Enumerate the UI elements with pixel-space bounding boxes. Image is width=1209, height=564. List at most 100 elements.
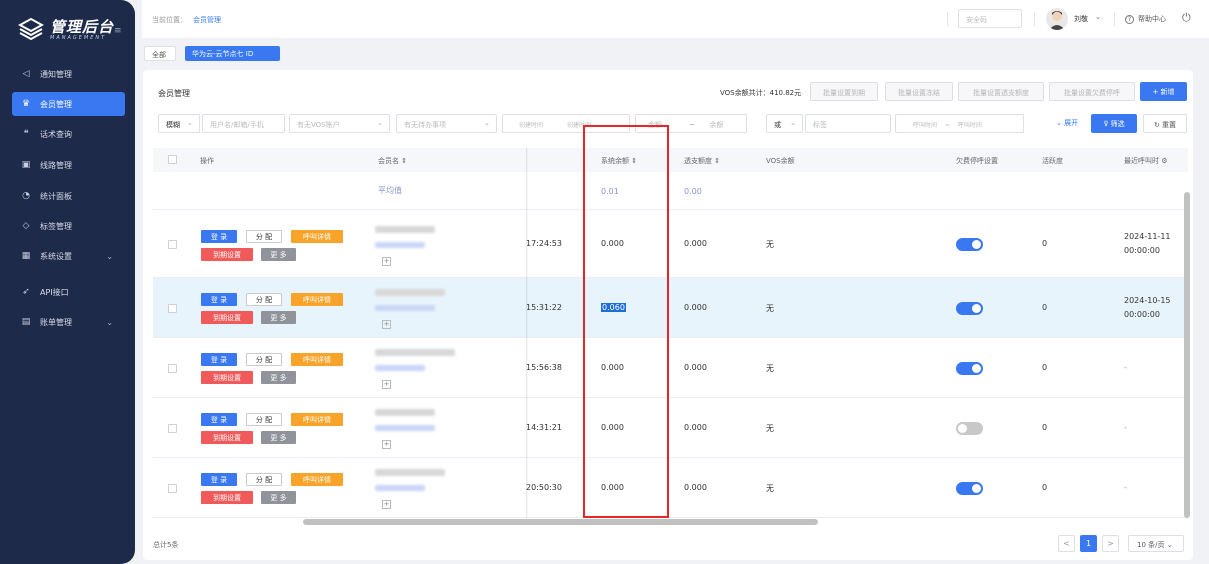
breadcrumb-current[interactable]: 会员管理 [193, 15, 221, 25]
next-page-button[interactable]: > [1102, 535, 1119, 552]
reset-button[interactable]: ↻ 重置 [1143, 114, 1187, 133]
sidebar-item-label: 会员管理 [40, 99, 72, 109]
expire-setting-button[interactable]: 到期设置 [201, 371, 253, 384]
tab-all[interactable]: 全部 [144, 46, 176, 61]
vertical-scrollbar[interactable] [1184, 192, 1190, 518]
row-checkbox[interactable] [168, 304, 177, 313]
expand-plus-icon[interactable]: + [382, 257, 391, 266]
assign-button[interactable]: 分 配 [246, 353, 282, 366]
more-button[interactable]: 更 多 [261, 248, 296, 261]
more-button[interactable]: 更 多 [261, 431, 296, 444]
vos-account-select[interactable]: 有无VOS账户 ⌄ [289, 114, 390, 133]
reset-label: 重置 [1162, 121, 1177, 129]
assign-button[interactable]: 分 配 [246, 293, 282, 306]
logic-value: 或 [774, 121, 781, 129]
login-button[interactable]: 登 录 [201, 353, 237, 366]
row-checkbox[interactable] [168, 364, 177, 373]
batch-set-freeze-button[interactable]: 批量设置冻结 [885, 82, 953, 101]
menu-collapse-icon[interactable]: ≡ [114, 27, 124, 36]
expire-setting-button[interactable]: 到期设置 [201, 248, 253, 261]
arrears-stop-toggle[interactable] [956, 362, 983, 375]
table-row[interactable]: 登 录分 配呼叫详情 到期设置更 多 +17:24:53 0.000 0.000 无 0 20… [153, 210, 1188, 278]
settings-icon[interactable]: ⚙ [1161, 157, 1167, 165]
arrears-stop-toggle[interactable] [956, 422, 983, 435]
expire-setting-button[interactable]: 到期设置 [201, 431, 253, 444]
help-center-link[interactable]: ? 帮助中心 [1125, 14, 1166, 24]
arrears-stop-toggle[interactable] [956, 482, 983, 495]
call-detail-button[interactable]: 呼叫详情 [291, 230, 343, 243]
call-detail-button[interactable]: 呼叫详情 [291, 473, 343, 486]
col-member[interactable]: 会员名 ⇕ [378, 156, 407, 166]
batch-set-expiry-button[interactable]: 批量设置到期 [810, 82, 878, 101]
average-row: 平均值 0.01 0.00 [153, 172, 1188, 210]
page-1-button[interactable]: 1 [1080, 535, 1097, 552]
expand-plus-icon[interactable]: + [382, 380, 391, 389]
sidebar-item-1[interactable]: ♛ 会员管理 [12, 92, 125, 116]
arrears-stop-toggle[interactable] [956, 302, 983, 315]
todo-select[interactable]: 有无待办事项 ⌄ [396, 114, 497, 133]
user-name[interactable]: 刘敬 [1074, 14, 1088, 24]
more-button[interactable]: 更 多 [261, 371, 296, 384]
logic-select[interactable]: 或 ⌄ [766, 114, 803, 133]
sidebar-item-8[interactable]: ▤ 账单管理 ⌄ [12, 310, 125, 334]
average-overdraft: 0.00 [684, 187, 702, 196]
table-row[interactable]: 登 录分 配呼叫详情 到期设置更 多 +15:56:38 0.000 0.000 无 0- [153, 338, 1188, 398]
expand-plus-icon[interactable]: + [382, 320, 391, 329]
page-size-select[interactable]: 10 条/页 ⌄ [1128, 535, 1184, 552]
call-detail-button[interactable]: 呼叫详情 [291, 413, 343, 426]
call-detail-button[interactable]: 呼叫详情 [291, 353, 343, 366]
row-checkbox[interactable] [168, 484, 177, 493]
col-overdraft[interactable]: 透支额度 ⇕ [684, 156, 720, 166]
chevron-down-icon: ⌄ [377, 119, 383, 127]
arrears-stop-toggle[interactable] [956, 238, 983, 251]
expand-plus-icon[interactable]: + [382, 440, 391, 449]
sidebar-item-0[interactable]: ◁ 通知管理 [12, 62, 125, 86]
row-checkbox[interactable] [168, 424, 177, 433]
chevron-down-icon: ⌄ [1166, 541, 1173, 549]
sidebar-item-5[interactable]: ◇ 标签管理 [12, 214, 125, 238]
table-row[interactable]: 登 录分 配呼叫详情 到期设置更 多 +15:31:22 0.060 0.000 无 0 20… [153, 278, 1188, 338]
sidebar-item-3[interactable]: ▣ 线路管理 [12, 153, 125, 177]
more-button[interactable]: 更 多 [261, 491, 296, 504]
sidebar-item-label: 标签管理 [40, 221, 72, 231]
assign-button[interactable]: 分 配 [246, 230, 282, 243]
sidebar-item-6[interactable]: ▦ 系统设置 ⌄ [12, 244, 125, 268]
sidebar-item-4[interactable]: ◔ 统计面板 [12, 184, 125, 208]
more-button[interactable]: 更 多 [261, 311, 296, 324]
batch-set-overdraft-button[interactable]: 批量设置透支额度 [958, 82, 1044, 101]
username-input[interactable]: 用户名/邮箱/手机 [202, 114, 285, 133]
prev-page-button[interactable]: < [1058, 535, 1075, 552]
login-button[interactable]: 登 录 [201, 413, 237, 426]
expand-plus-icon[interactable]: + [382, 500, 391, 509]
expire-setting-button[interactable]: 到期设置 [201, 491, 253, 504]
expand-filters-link[interactable]: ⌄ 展开 [1056, 118, 1078, 128]
call-time-range[interactable]: 呼叫时间 ~ 呼叫时间 [895, 114, 1024, 133]
power-icon[interactable]: ⏻ [1182, 11, 1194, 24]
last-call-date: - [1124, 423, 1127, 432]
sidebar-item-2[interactable]: ❝ 话术查询 [12, 122, 125, 146]
row-checkbox[interactable] [168, 240, 177, 249]
login-button[interactable]: 登 录 [201, 293, 237, 306]
tag-input[interactable]: 标签 [805, 114, 891, 133]
chevron-down-icon[interactable]: ⌄ [1095, 13, 1101, 21]
assign-button[interactable]: 分 配 [246, 473, 282, 486]
batch-set-arrears-button[interactable]: 批量设置欠费停呼 [1049, 82, 1135, 101]
login-button[interactable]: 登 录 [201, 230, 237, 243]
sidebar-item-7[interactable]: ➶ API接口 [12, 280, 125, 304]
tab-huawei-node[interactable]: 华为云-云节点七 ID [185, 46, 280, 61]
login-button[interactable]: 登 录 [201, 473, 237, 486]
match-mode-select[interactable]: 模糊 ⌄ [158, 114, 200, 133]
table-row[interactable]: 登 录分 配呼叫详情 到期设置更 多 +20:50:30 0.000 0.000 无 0- [153, 458, 1188, 518]
safe-code-input[interactable]: 安全码 [958, 9, 1022, 28]
add-button[interactable]: + 新增 [1140, 82, 1187, 101]
toggle-knob [972, 240, 981, 249]
expire-setting-button[interactable]: 到期设置 [201, 311, 253, 324]
avatar[interactable] [1046, 8, 1068, 30]
filter-button[interactable]: ⊽ 筛选 [1091, 114, 1137, 133]
horizontal-scrollbar[interactable] [303, 519, 818, 525]
call-detail-button[interactable]: 呼叫详情 [291, 293, 343, 306]
col-last-call[interactable]: 最近呼叫时 ⚙ [1124, 156, 1168, 166]
select-all-checkbox[interactable] [168, 155, 177, 164]
table-row[interactable]: 登 录分 配呼叫详情 到期设置更 多 +14:31:21 0.000 0.000 无 0- [153, 398, 1188, 458]
assign-button[interactable]: 分 配 [246, 413, 282, 426]
